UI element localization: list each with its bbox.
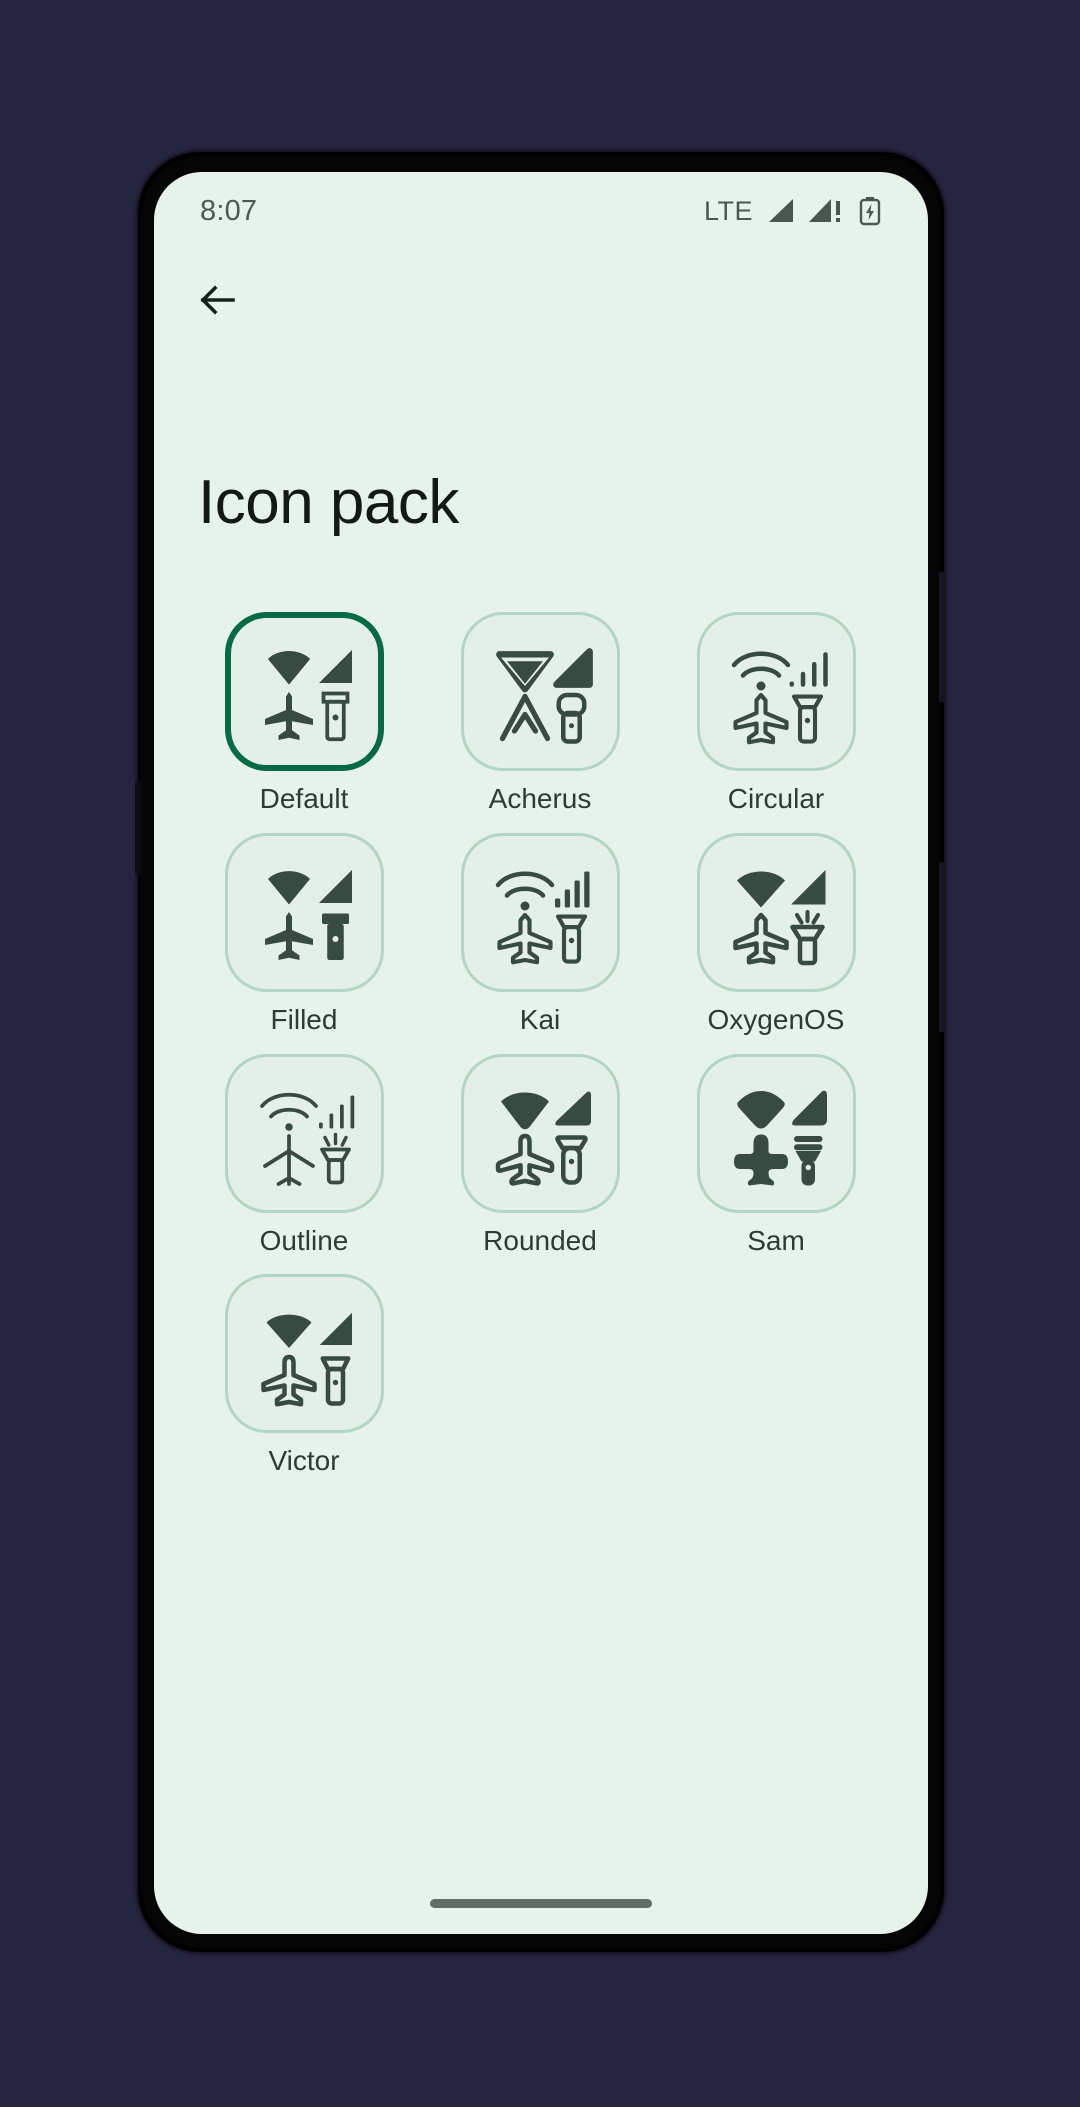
icon-pack-option-default[interactable] xyxy=(224,612,384,771)
home-gesture-bar[interactable] xyxy=(430,1899,652,1908)
icon-pack-label: OxygenOS xyxy=(707,1003,845,1035)
icon-pack-label: Victor xyxy=(268,1445,340,1477)
hardware-button-power[interactable] xyxy=(939,862,946,1032)
battery-charging-icon xyxy=(858,196,882,226)
icon-preview-sam xyxy=(734,1090,827,1186)
icon-pack-cell: Rounded xyxy=(434,1053,646,1257)
icon-pack-label: Circular xyxy=(727,783,825,814)
icon-pack-label: Rounded xyxy=(483,1224,597,1256)
icon-pack-cell: Default xyxy=(198,612,410,815)
icon-pack-cell: Victor xyxy=(198,1274,410,1477)
icon-pack-option-rounded[interactable] xyxy=(460,1053,620,1213)
icon-pack-label: Default xyxy=(259,783,349,814)
icon-pack-cell: Kai xyxy=(434,832,646,1036)
icon-pack-cell: Acherus xyxy=(434,612,646,815)
icon-pack-label: Outline xyxy=(259,1224,349,1256)
icon-preview-acherus xyxy=(496,647,593,744)
signal-bars-icon xyxy=(764,197,796,225)
icon-pack-option-oxygenos[interactable] xyxy=(696,832,856,992)
icon-preview-filled xyxy=(265,870,352,961)
network-type-label: LTE xyxy=(703,195,753,226)
app-bar xyxy=(154,250,928,350)
icon-pack-label: Kai xyxy=(519,1003,561,1035)
icon-pack-option-circular[interactable] xyxy=(696,612,856,771)
screenshot-root: 8:07 LTE Icon pack Default Acherus Circu… xyxy=(0,0,1080,2107)
icon-preview-outline xyxy=(260,1093,355,1186)
icon-pack-label: Filled xyxy=(270,1003,338,1035)
icon-pack-label: Sam xyxy=(747,1224,805,1256)
hardware-button-left[interactable] xyxy=(135,780,142,876)
icon-pack-cell: Sam xyxy=(670,1053,882,1257)
phone-screen: 8:07 LTE Icon pack Default Acherus Circu… xyxy=(154,172,928,1934)
icon-preview-default xyxy=(265,649,352,741)
icon-pack-option-victor[interactable] xyxy=(224,1274,384,1434)
icon-pack-option-kai[interactable] xyxy=(460,832,620,992)
icon-pack-option-acherus[interactable] xyxy=(460,612,620,771)
icon-pack-option-filled[interactable] xyxy=(224,832,384,992)
icon-pack-option-outline[interactable] xyxy=(224,1053,384,1213)
icon-pack-cell: Outline xyxy=(198,1053,410,1257)
signal-bars-alert-icon xyxy=(807,197,845,225)
status-bar: 8:07 LTE xyxy=(154,172,928,250)
back-button[interactable] xyxy=(186,269,248,331)
page-title: Icon pack xyxy=(198,468,459,537)
status-icons: LTE xyxy=(704,196,882,227)
icon-pack-cell: OxygenOS xyxy=(670,832,882,1036)
phone-frame: 8:07 LTE Icon pack Default Acherus Circu… xyxy=(142,156,940,1948)
icon-pack-label: Acherus xyxy=(488,783,592,814)
icon-preview-oxygenos xyxy=(733,870,826,966)
icon-preview-circular xyxy=(731,651,828,744)
icon-preview-kai xyxy=(495,871,590,965)
back-arrow-icon xyxy=(194,277,240,323)
icon-preview-rounded xyxy=(495,1091,591,1186)
icon-pack-cell: Filled xyxy=(198,832,410,1036)
icon-preview-victor xyxy=(261,1312,352,1407)
icon-pack-option-sam[interactable] xyxy=(696,1053,856,1213)
icon-pack-grid: Default Acherus Circular Filled Kai Oxyg… xyxy=(198,612,884,1477)
hardware-button-volume[interactable] xyxy=(939,572,946,702)
status-clock: 8:07 xyxy=(200,194,258,227)
icon-pack-cell: Circular xyxy=(670,612,882,815)
